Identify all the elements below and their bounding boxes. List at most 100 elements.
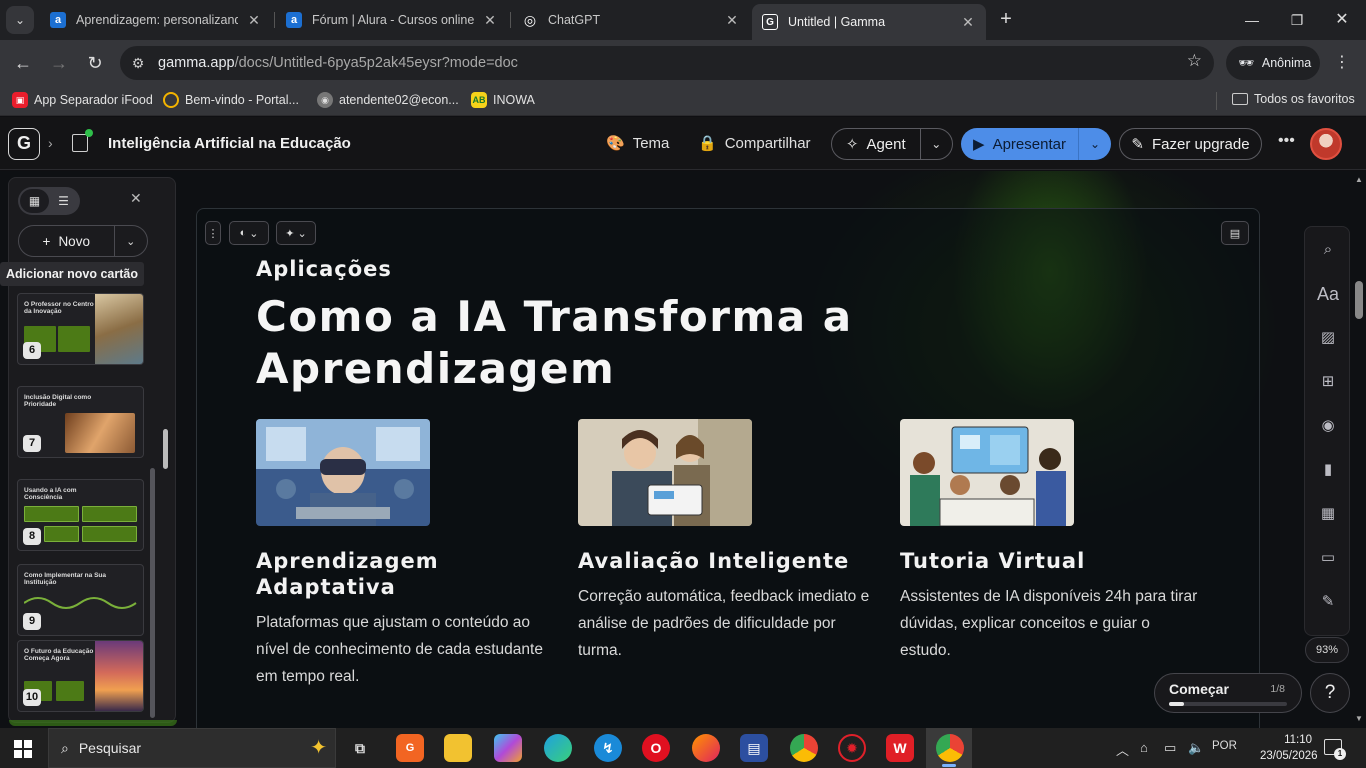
url-text[interactable]: gamma.app/docs/Untitled-6pya5p2ak45eysr?… (158, 55, 518, 71)
bookmark-star-icon[interactable]: ☆ (1187, 51, 1202, 71)
page-scroll-thumb[interactable] (1355, 281, 1363, 319)
user-avatar[interactable] (1310, 128, 1342, 160)
theme-button[interactable]: 🎨 Tema (606, 134, 669, 153)
card-thumbnail-7[interactable]: Inclusão Digital como Prioridade 7 (17, 386, 144, 458)
more-options-icon[interactable]: ••• (1278, 132, 1295, 150)
browser-tab-3[interactable]: ◎ ChatGPT ✕ (512, 6, 750, 34)
address-bar[interactable]: ⚙ gamma.app/docs/Untitled-6pya5p2ak45eys… (120, 46, 1214, 80)
chrome-icon[interactable] (790, 734, 818, 762)
document-icon[interactable] (72, 129, 93, 152)
present-dropdown-chevron-icon[interactable]: ⌄ (1079, 137, 1111, 151)
card-thumbnail-8[interactable]: Usando a IA com Consciência 8 (17, 479, 144, 551)
edge-icon[interactable] (544, 734, 572, 762)
feature-body[interactable]: Correção automática, feedback imediato e… (578, 583, 878, 664)
firefox-icon[interactable] (692, 734, 720, 762)
card-thumbnail-10[interactable]: O Futuro da Educação Começa Agora 10 (17, 640, 144, 712)
close-window-icon[interactable]: ✕ (1330, 8, 1354, 32)
blocks-icon[interactable]: ⊞ (1305, 372, 1351, 390)
task-view-icon[interactable]: ⧉ (346, 734, 374, 762)
tray-device-icon[interactable]: ⌂ (1140, 740, 1148, 755)
feature-body[interactable]: Assistentes de IA disponíveis 24h para t… (900, 583, 1200, 664)
film-icon[interactable]: ▦ (1305, 504, 1351, 522)
close-tab-icon[interactable]: ✕ (246, 12, 262, 29)
zoom-level[interactable]: 93% (1305, 637, 1349, 663)
pdf-app-icon[interactable]: G (396, 734, 424, 762)
thumbnail-view-icon[interactable]: ▦ (20, 189, 49, 213)
taskbar-clock[interactable]: 11:10 23/05/2026 (1260, 732, 1318, 764)
chrome-icon[interactable] (936, 734, 964, 762)
new-card-dropdown-chevron-icon[interactable]: ⌄ (115, 226, 147, 256)
copilot-icon[interactable] (494, 734, 522, 762)
help-button[interactable]: ? (1310, 673, 1350, 713)
all-bookmarks-folder[interactable]: Todos os favoritos (1232, 92, 1355, 106)
agent-button[interactable]: ✧ Agent (832, 129, 921, 159)
reload-icon[interactable]: ↻ (82, 50, 108, 76)
browser-tab-4-active[interactable]: G Untitled | Gamma ✕ (752, 4, 986, 40)
image-icon[interactable]: ▨ (1305, 328, 1351, 346)
file-explorer-icon[interactable] (444, 734, 472, 762)
sidebar-resize-handle[interactable] (163, 429, 168, 469)
get-started-checklist[interactable]: Começar 1/8 (1154, 673, 1302, 713)
tab-search-button[interactable]: ⌄ (6, 6, 34, 34)
classroom-screen-image[interactable] (900, 419, 1074, 526)
card-headline[interactable]: Como a IA Transforma a Aprendizagem (256, 291, 1156, 395)
incognito-profile-button[interactable]: 🕶 Anônima (1226, 46, 1320, 80)
layout-icon[interactable]: ▭ (1305, 548, 1351, 566)
feature-title[interactable]: Tutoria Virtual (900, 548, 1200, 574)
bookmark-email[interactable]: ◉ atendente02@econ... (317, 92, 459, 108)
language-indicator[interactable]: POR (1212, 740, 1237, 752)
feature-title[interactable]: Avaliação Inteligente (578, 548, 878, 574)
taskbar-search[interactable]: ⌕ Pesquisar ✦ (48, 728, 336, 768)
share-button[interactable]: 🔒 Compartilhar (698, 134, 811, 153)
feature-body[interactable]: Plataformas que ajustam o conteúdo ao ní… (256, 609, 556, 690)
card-menu-icon[interactable]: ⋮ (205, 221, 221, 245)
close-sidebar-icon[interactable]: ✕ (130, 190, 142, 207)
vr-student-image[interactable] (256, 419, 430, 526)
scroll-up-arrow-icon[interactable]: ▲ (1355, 175, 1363, 184)
bookmark-inowa[interactable]: AB INOWA (471, 92, 535, 108)
agent-dropdown-chevron-icon[interactable]: ⌄ (921, 137, 952, 151)
card-style-button[interactable]: ◐ ⌄ (229, 221, 269, 245)
close-tab-icon[interactable]: ✕ (724, 12, 740, 29)
new-tab-button[interactable]: + (994, 8, 1018, 32)
text-style-icon[interactable]: Aa (1305, 284, 1351, 305)
new-card-button[interactable]: + Novo (19, 226, 115, 256)
present-button[interactable]: ▶ Apresentar (961, 128, 1079, 160)
site-info-icon[interactable]: ⚙ (124, 49, 152, 77)
browser-tab-1[interactable]: a Aprendizagem: personalizando ✕ (40, 6, 272, 34)
windows-start-icon[interactable] (14, 740, 32, 758)
volume-icon[interactable]: 🔈 (1188, 740, 1204, 756)
page-scrollbar[interactable]: ▲ ▼ (1352, 171, 1366, 728)
minimize-window-icon[interactable]: — (1240, 8, 1264, 32)
network-icon[interactable]: ▭ (1164, 740, 1176, 756)
feature-title[interactable]: Aprendizagem Adaptativa (256, 548, 556, 600)
forward-arrow-icon[interactable]: → (46, 50, 72, 76)
printer-app-icon[interactable]: ▤ (740, 734, 768, 762)
tray-chevron-up-icon[interactable]: ︿ (1116, 740, 1129, 759)
tablet-teachers-image[interactable] (578, 419, 752, 526)
card-notes-icon[interactable]: ▤ (1221, 221, 1249, 245)
search-icon[interactable]: ⌕ (1305, 241, 1351, 258)
browser-tab-2[interactable]: a Fórum | Alura - Cursos online d ✕ (276, 6, 508, 34)
card-thumbnail-9[interactable]: Como Implementar na Sua Instituição 9 (17, 564, 144, 636)
gamma-logo-icon[interactable]: G (8, 128, 40, 160)
list-view-icon[interactable]: ☰ (49, 189, 78, 213)
opera-icon[interactable]: O (642, 734, 670, 762)
antivirus-icon[interactable]: ✹ (838, 734, 866, 762)
restore-window-icon[interactable]: ❐ (1285, 8, 1309, 32)
card-ai-button[interactable]: ✦ ⌄ (276, 221, 316, 245)
browser-menu-icon[interactable]: ⋮ (1334, 52, 1350, 72)
card-kicker[interactable]: Aplicações (256, 257, 392, 281)
wps-office-icon[interactable]: W (886, 734, 914, 762)
sidebar-scrollbar[interactable] (150, 468, 155, 718)
document-title[interactable]: Inteligência Artificial na Educação (108, 135, 351, 152)
card-thumbnail-6[interactable]: O Professor no Centro da Inovação 6 (17, 293, 144, 365)
toggle-icon[interactable]: ◉ (1305, 416, 1351, 434)
bookmark-ifood[interactable]: ▣ App Separador iFood (12, 92, 153, 108)
app-icon[interactable]: ↯ (594, 734, 622, 762)
close-tab-icon[interactable]: ✕ (482, 12, 498, 29)
upgrade-button[interactable]: ✎ Fazer upgrade (1119, 128, 1262, 160)
chart-icon[interactable]: ▮ (1305, 460, 1351, 478)
back-arrow-icon[interactable]: ← (10, 50, 36, 76)
bookmark-portal[interactable]: Bem-vindo - Portal... (163, 92, 299, 108)
